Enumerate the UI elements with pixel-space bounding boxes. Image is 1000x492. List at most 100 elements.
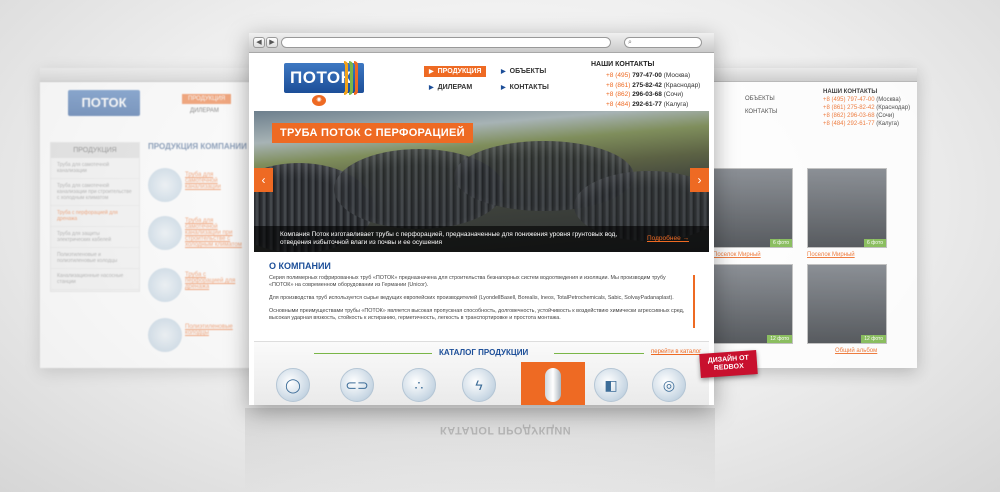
right-object-card[interactable]: 12 фото bbox=[713, 264, 793, 344]
photo-count-badge: 6 фото bbox=[770, 239, 792, 247]
logo-badge-icon: ◉ bbox=[312, 95, 326, 106]
pipe-drops-icon[interactable]: ∴ bbox=[402, 368, 436, 402]
tank-icon[interactable]: ◎ bbox=[652, 368, 686, 402]
cable-pipe-icon[interactable]: ϟ bbox=[462, 368, 496, 402]
right-browser-chrome bbox=[705, 68, 917, 82]
left-sidebar-item[interactable]: Труба для самотечной канализации bbox=[51, 158, 139, 179]
phone-code: +8 (495) bbox=[606, 72, 631, 79]
right-menu-objects[interactable]: ОБЪЕКТЫ bbox=[745, 96, 777, 102]
photo-count-badge: 12 фото bbox=[861, 335, 886, 343]
arrow-right-icon: ▶ bbox=[429, 69, 434, 75]
menu-contacts-label: КОНТАКТЫ bbox=[509, 84, 549, 91]
right-object-card[interactable]: 6 фото bbox=[807, 168, 887, 248]
menu-products[interactable]: ▶ ПРОДУКЦИЯ bbox=[424, 66, 487, 77]
floor-reflection bbox=[245, 408, 715, 492]
left-product-image[interactable] bbox=[148, 168, 182, 202]
right-object-card[interactable]: 6 фото bbox=[713, 168, 793, 248]
right-contacts-title: НАШИ КОНТАКТЫ bbox=[823, 89, 878, 95]
left-menu-products[interactable]: ПРОДУКЦИЯ bbox=[182, 94, 232, 104]
right-phone[interactable]: +8 (495) 797-47-00 bbox=[823, 97, 875, 103]
slider-title: ТРУБА ПОТОК С ПЕРФОРАЦИЕЙ bbox=[272, 123, 473, 143]
pipe-coupling-icon[interactable]: ⊂⊃ bbox=[340, 368, 374, 402]
phone-city: (Москва) bbox=[663, 72, 691, 79]
catalog-item-active[interactable] bbox=[521, 362, 585, 405]
left-logo[interactable]: ПОТОК bbox=[68, 90, 140, 116]
about-paragraph: Серия полимерных гофрированных труб «ПОТ… bbox=[269, 275, 666, 288]
slider-next-button[interactable]: › bbox=[690, 168, 709, 192]
right-object-link[interactable]: Общий альбом bbox=[835, 348, 877, 354]
menu-contacts[interactable]: ▶ КОНТАКТЫ bbox=[501, 84, 549, 91]
left-sidebar-title: ПРОДУКЦИЯ bbox=[51, 143, 139, 158]
right-menu-contacts[interactable]: КОНТАКТЫ bbox=[745, 109, 777, 115]
left-browser-window: ПОТОК ПРОДУКЦИЯ ДИЛЕРАМ ПРОДУКЦИЯ Труба … bbox=[40, 68, 260, 368]
well-icon bbox=[545, 368, 561, 402]
right-object-link[interactable]: Поселок Мирный bbox=[713, 252, 761, 258]
right-menu: ОБЪЕКТЫ КОНТАКТЫ bbox=[745, 96, 777, 115]
right-city: (Калуга) bbox=[876, 121, 899, 127]
right-contacts: НАШИ КОНТАКТЫ +8 (495) 797-47-00 (Москва… bbox=[823, 88, 910, 128]
about-paragraph: Для производства труб используется сырье… bbox=[269, 295, 674, 301]
address-bar[interactable] bbox=[281, 37, 611, 48]
browser-search-field[interactable]: ⌕ bbox=[624, 37, 702, 48]
phone-city: (Сочи) bbox=[663, 91, 684, 98]
right-phone[interactable]: +8 (862) 296-03-68 bbox=[823, 113, 875, 119]
menu-dealers[interactable]: ▶ ДИЛЕРАМ bbox=[429, 84, 472, 91]
phone-code: +8 (861) bbox=[606, 81, 631, 89]
contact-row[interactable]: +8 (862) 296-03-68 (Сочи) bbox=[606, 90, 700, 100]
left-product-link[interactable]: Труба для самотечной канализации bbox=[185, 172, 245, 190]
right-phone[interactable]: +8 (861) 275-82-42 bbox=[823, 105, 875, 111]
forward-button[interactable]: ▶ bbox=[266, 37, 278, 48]
phone-city: (Краснодар) bbox=[663, 81, 701, 89]
phone-code: +8 (862) bbox=[606, 91, 631, 98]
left-sidebar-item[interactable]: Труба для самотечной канализации при стр… bbox=[51, 179, 139, 206]
contact-row[interactable]: +8 (484) 292-61-77 (Калуга) bbox=[606, 100, 700, 110]
pump-station-icon[interactable]: ◧ bbox=[594, 368, 628, 402]
left-sidebar-item-active[interactable]: Труба с перфорацией для дренажа bbox=[51, 206, 139, 227]
contact-row[interactable]: +8 (861) 275-82-42 (Краснодар) bbox=[606, 81, 700, 91]
logo-stripes-icon bbox=[344, 61, 362, 95]
contacts-list: +8 (495) 797-47-00 (Москва) +8 (861) 275… bbox=[606, 71, 700, 109]
phone-number: 275-82-42 bbox=[632, 81, 662, 89]
right-object-link[interactable]: Поселок Мирный bbox=[807, 252, 855, 258]
menu-dealers-label: ДИЛЕРАМ bbox=[437, 84, 473, 91]
search-icon: ⌕ bbox=[628, 39, 632, 46]
hero-slider[interactable]: ТРУБА ПОТОК С ПЕРФОРАЦИЕЙ ‹ › Компания П… bbox=[254, 111, 709, 252]
contact-row[interactable]: +8 (495) 797-47-00 (Москва) bbox=[606, 71, 700, 81]
catalog-divider bbox=[314, 353, 432, 354]
menu-objects[interactable]: ▶ ОБЪЕКТЫ bbox=[501, 68, 546, 75]
slider-prev-button[interactable]: ‹ bbox=[254, 168, 273, 192]
photo-count-badge: 12 фото bbox=[767, 335, 792, 343]
left-sidebar-item[interactable]: Труба для защиты электрических кабелей bbox=[51, 227, 139, 248]
right-object-card[interactable]: 12 фото bbox=[807, 264, 887, 344]
left-product-link[interactable]: Труба для самотечной канализации при стр… bbox=[185, 218, 245, 248]
photo-count-badge: 6 фото bbox=[864, 239, 886, 247]
designer-badge[interactable]: ДИЗАЙН ОТ REDBOX bbox=[699, 350, 758, 378]
left-product-image[interactable] bbox=[148, 216, 182, 250]
left-product-link[interactable]: Труба с перфорацией для дренажа bbox=[185, 272, 245, 290]
left-product-image[interactable] bbox=[148, 268, 182, 302]
reflection-text: КАТАЛОГ ПРОДУКЦИИ bbox=[440, 424, 572, 436]
menu-objects-label: ОБЪЕКТЫ bbox=[509, 68, 547, 75]
phone-city: (Калуга) bbox=[663, 100, 689, 108]
arrow-right-icon: ▶ bbox=[501, 85, 506, 91]
right-phone[interactable]: +8 (484) 292-61-77 bbox=[823, 121, 875, 127]
main-browser-window: ◀ ▶ ⌕ ПОТОК ◉ ▶ ПРОДУКЦИЯ ▶ ОБЪЕКТЫ ▶ ДИ… bbox=[249, 33, 714, 405]
left-sidebar-item[interactable]: Канализационные насосные станции bbox=[51, 269, 139, 290]
about-title: О КОМПАНИИ bbox=[269, 261, 331, 271]
right-browser-window: ОБЪЕКТЫ КОНТАКТЫ НАШИ КОНТАКТЫ +8 (495) … bbox=[705, 68, 917, 368]
phone-number: 296-03-68 bbox=[632, 91, 662, 98]
slider-more-link[interactable]: Подробнее → bbox=[647, 235, 689, 242]
catalog-title: КАТАЛОГ ПРОДУКЦИИ bbox=[439, 348, 529, 357]
contacts-title: НАШИ КОНТАКТЫ bbox=[591, 61, 655, 68]
left-menu-dealers[interactable]: ДИЛЕРАМ bbox=[190, 108, 219, 114]
slider-caption-text: Компания Поток изготавливает трубы с пер… bbox=[280, 231, 618, 246]
phone-number: 797-47-00 bbox=[632, 72, 662, 79]
catalog-link[interactable]: перейти в каталог bbox=[651, 349, 701, 355]
about-paragraph: Основными преимуществами трубы «ПОТОК» я… bbox=[269, 308, 685, 321]
back-button[interactable]: ◀ bbox=[253, 37, 265, 48]
left-product-image[interactable] bbox=[148, 318, 182, 352]
arrow-right-icon: ▶ bbox=[429, 85, 434, 91]
left-product-link[interactable]: Полиэтиленовые колодцы bbox=[185, 324, 245, 336]
pipe-icon[interactable]: ◯ bbox=[276, 368, 310, 402]
left-sidebar-item[interactable]: Полиэтиленовые и полиэтиленовые колодцы bbox=[51, 248, 139, 269]
